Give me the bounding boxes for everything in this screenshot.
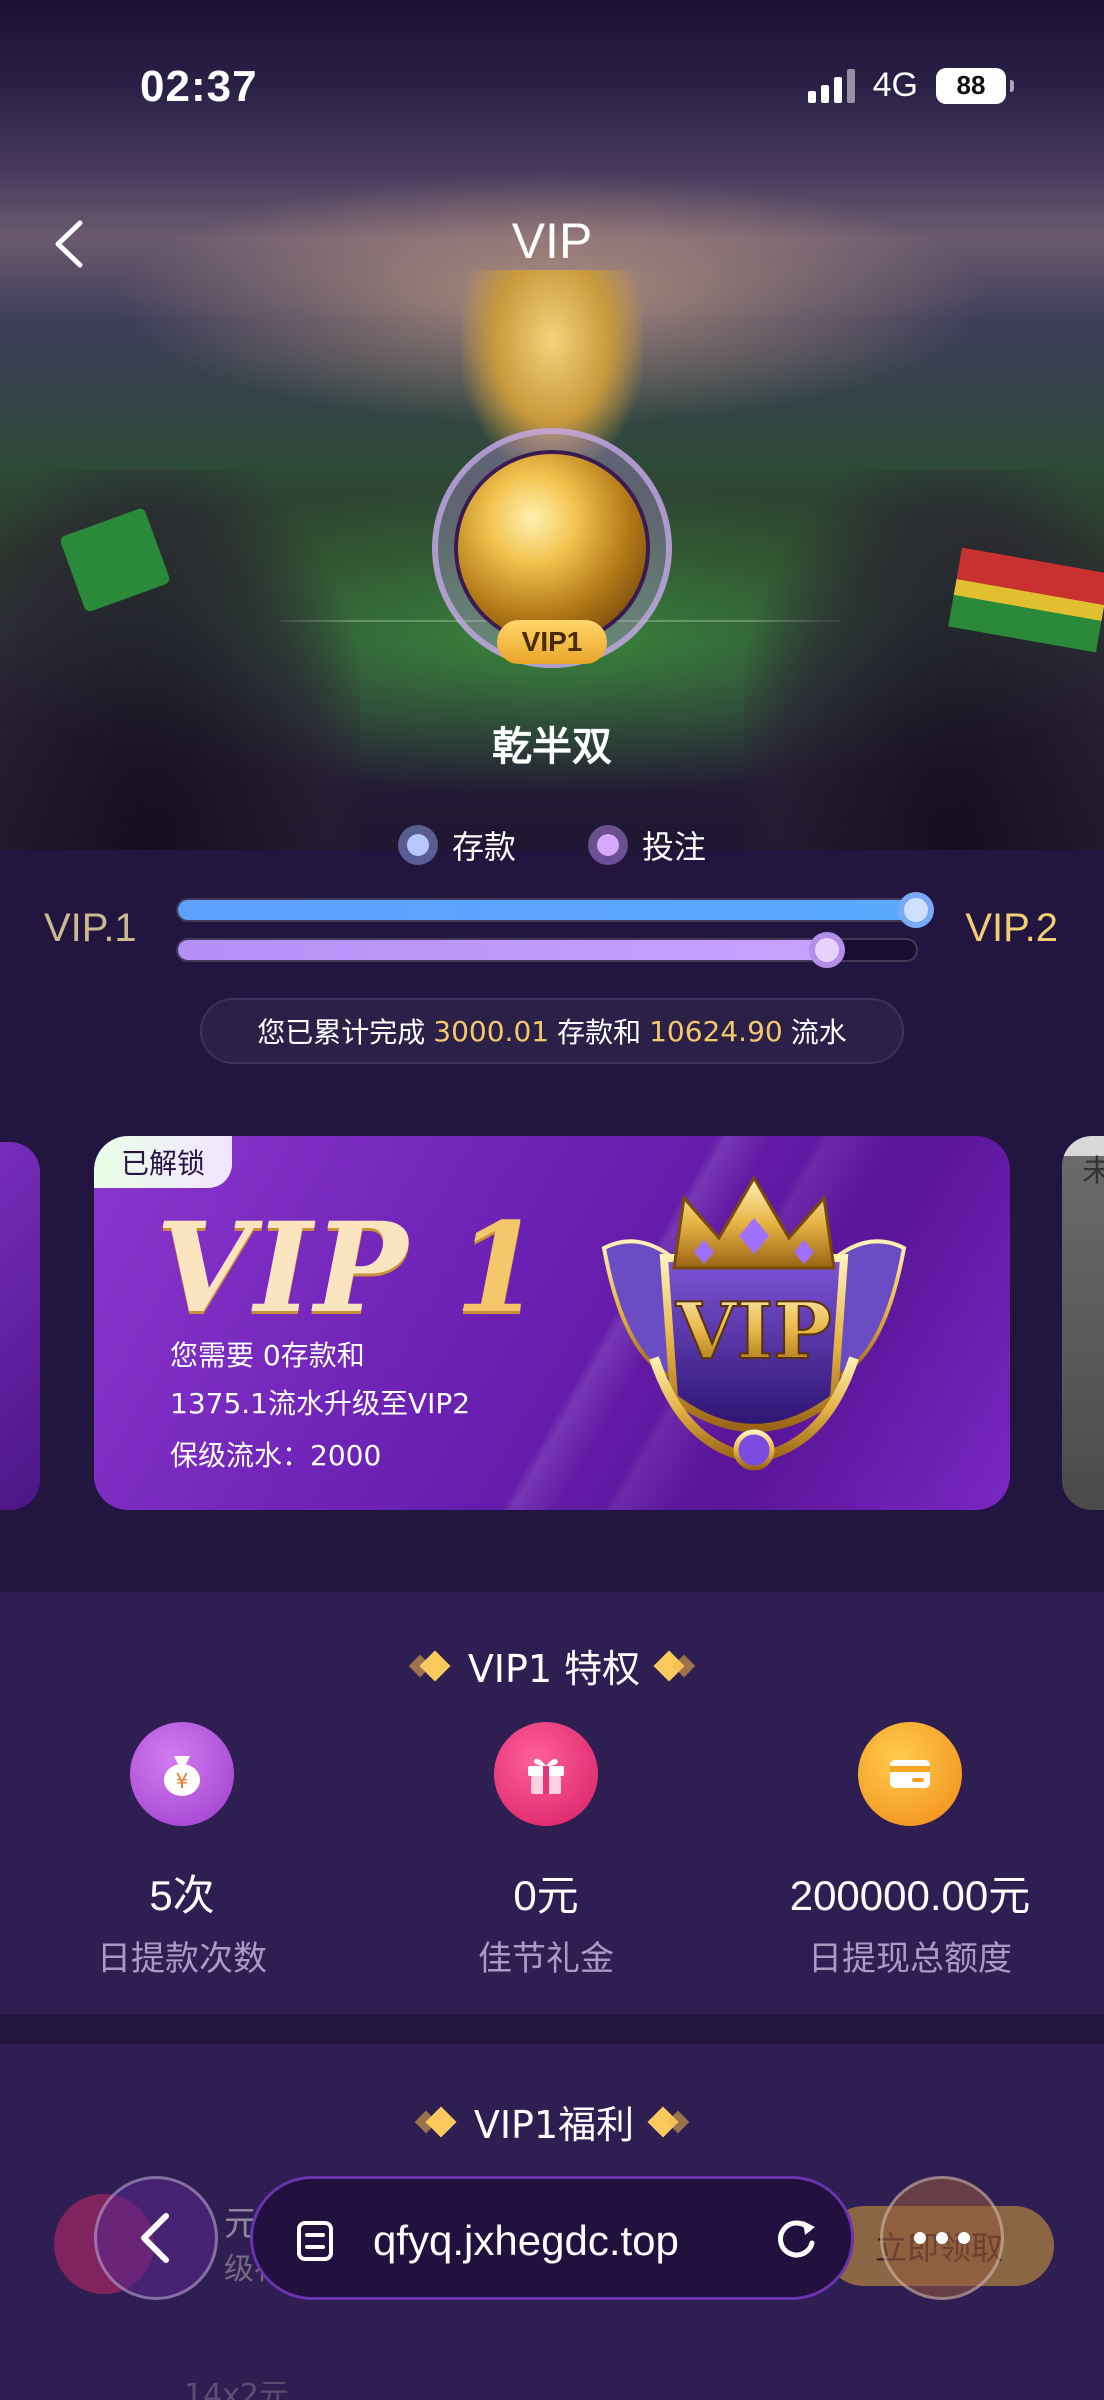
username: 乾半双 xyxy=(492,724,612,770)
browser-more-button[interactable] xyxy=(880,2176,1004,2300)
next-vip-card[interactable]: 未 xyxy=(1062,1136,1104,1510)
summary-deposit-amount: 3000.01 xyxy=(433,1014,550,1048)
privilege-value: 200000.00元 xyxy=(789,1872,1031,1919)
privilege-value: 0元 xyxy=(513,1872,579,1919)
card-icon xyxy=(858,1722,962,1826)
network-type: 4G xyxy=(872,66,918,104)
vip-crown-emblem-icon: VIP xyxy=(601,1175,907,1471)
vip-card-line-1: 您需要 0存款和 xyxy=(170,1339,365,1372)
privilege-holiday-bonus: 0元 佳节礼金 xyxy=(396,1722,696,1980)
more-dots-icon xyxy=(914,2232,970,2244)
legend-deposit: 存款 xyxy=(397,822,516,868)
summary-suffix: 流水 xyxy=(790,1016,847,1049)
vip-card-title: VIP 1 xyxy=(156,1196,543,1341)
progress-summary: 您已累计完成 3000.01 存款和 10624.90 流水 xyxy=(200,998,904,1064)
summary-turnover-amount: 10624.90 xyxy=(649,1014,783,1048)
privilege-label: 日提款次数 xyxy=(97,1939,267,1979)
url-text[interactable]: qfyq.jxhegdc.top xyxy=(373,2217,679,2265)
status-time: 02:37 xyxy=(140,62,258,111)
money-bag-icon: ¥ xyxy=(130,1722,234,1826)
welfare-row-amount: 14x2元 xyxy=(184,2378,290,2400)
legend-bet-label: 投注 xyxy=(642,828,707,866)
vip-level-card[interactable]: 已解锁 VIP 1 您需要 0存款和 1375.1流水升级至VIP2 保级流水：… xyxy=(94,1136,1010,1510)
vip-card-line-3: 保级流水：2000 xyxy=(170,1439,382,1472)
progress-legend: 存款 投注 xyxy=(0,822,1104,868)
welfare-title: VIP1福利 xyxy=(0,2094,1104,2149)
deposit-dot-icon xyxy=(397,825,438,865)
current-level-label: VIP.1 xyxy=(44,906,137,950)
chevron-left-icon xyxy=(141,2213,169,2263)
vip-card-title-vip: VIP xyxy=(156,1196,410,1341)
diamond-right-icon xyxy=(647,2105,690,2138)
gift-icon xyxy=(494,1722,598,1826)
tabs-icon[interactable] xyxy=(293,2219,337,2263)
bet-dot-icon xyxy=(588,825,628,865)
privilege-daily-withdraw-limit: 200000.00元 日提现总额度 xyxy=(760,1722,1060,1980)
privilege-label: 日提现总额度 xyxy=(808,1939,1012,1979)
unlocked-tag: 已解锁 xyxy=(94,1136,232,1188)
reload-icon[interactable] xyxy=(771,2215,821,2265)
level-badge: VIP1 xyxy=(497,620,607,664)
bet-progress-bar xyxy=(176,932,918,968)
battery-icon: 88 xyxy=(936,67,1014,104)
legend-deposit-label: 存款 xyxy=(451,828,516,866)
status-indicators: 4G 88 xyxy=(807,66,1014,105)
prev-vip-card[interactable] xyxy=(0,1142,40,1510)
diamond-left-icon xyxy=(414,2105,457,2138)
deposit-progress-bar xyxy=(176,892,934,928)
svg-text:¥: ¥ xyxy=(176,1769,189,1793)
summary-middle: 存款和 xyxy=(557,1016,642,1049)
deposit-progress-fill xyxy=(178,900,916,920)
crowd-left-graphic xyxy=(0,470,360,850)
vip-card-line-2: 1375.1流水升级至VIP2 xyxy=(170,1387,471,1420)
page-title: VIP xyxy=(511,213,593,269)
next-level-label: VIP.2 xyxy=(965,906,1058,950)
privilege-withdraw-count: ¥ 5次 日提款次数 xyxy=(32,1722,332,1980)
crowd-right-graphic xyxy=(744,470,1104,850)
next-card-status-tag: 未 xyxy=(1082,1154,1104,1189)
privileges-section: VIP1 特权 ¥ 5次 日提款次数 0元 佳节礼金 200000.00元 日提… xyxy=(0,1592,1104,2014)
privileges-title-text: VIP1 特权 xyxy=(467,1647,641,1691)
deposit-progress-knob xyxy=(898,892,934,928)
privilege-label: 佳节礼金 xyxy=(478,1939,614,1979)
privilege-value: 5次 xyxy=(149,1872,215,1919)
signal-icon xyxy=(807,68,855,103)
address-bar[interactable]: qfyq.jxhegdc.top xyxy=(250,2176,854,2300)
avatar xyxy=(454,450,650,646)
bet-progress-fill xyxy=(178,940,828,960)
summary-prefix: 您已累计完成 xyxy=(257,1016,426,1049)
bet-progress-knob xyxy=(809,932,846,968)
vip-card-requirements: 您需要 0存款和 1375.1流水升级至VIP2 保级流水：2000 xyxy=(170,1332,470,1480)
legend-bet: 投注 xyxy=(588,822,706,868)
vip-card-title-level: 1 xyxy=(454,1196,543,1341)
emblem-text: VIP xyxy=(675,1286,832,1377)
diamond-left-icon xyxy=(408,1649,451,1682)
privileges-title: VIP1 特权 xyxy=(0,1638,1104,1693)
welfare-title-text: VIP1福利 xyxy=(473,2103,635,2147)
browser-back-button[interactable] xyxy=(94,2176,218,2300)
diamond-right-icon xyxy=(653,1649,696,1682)
